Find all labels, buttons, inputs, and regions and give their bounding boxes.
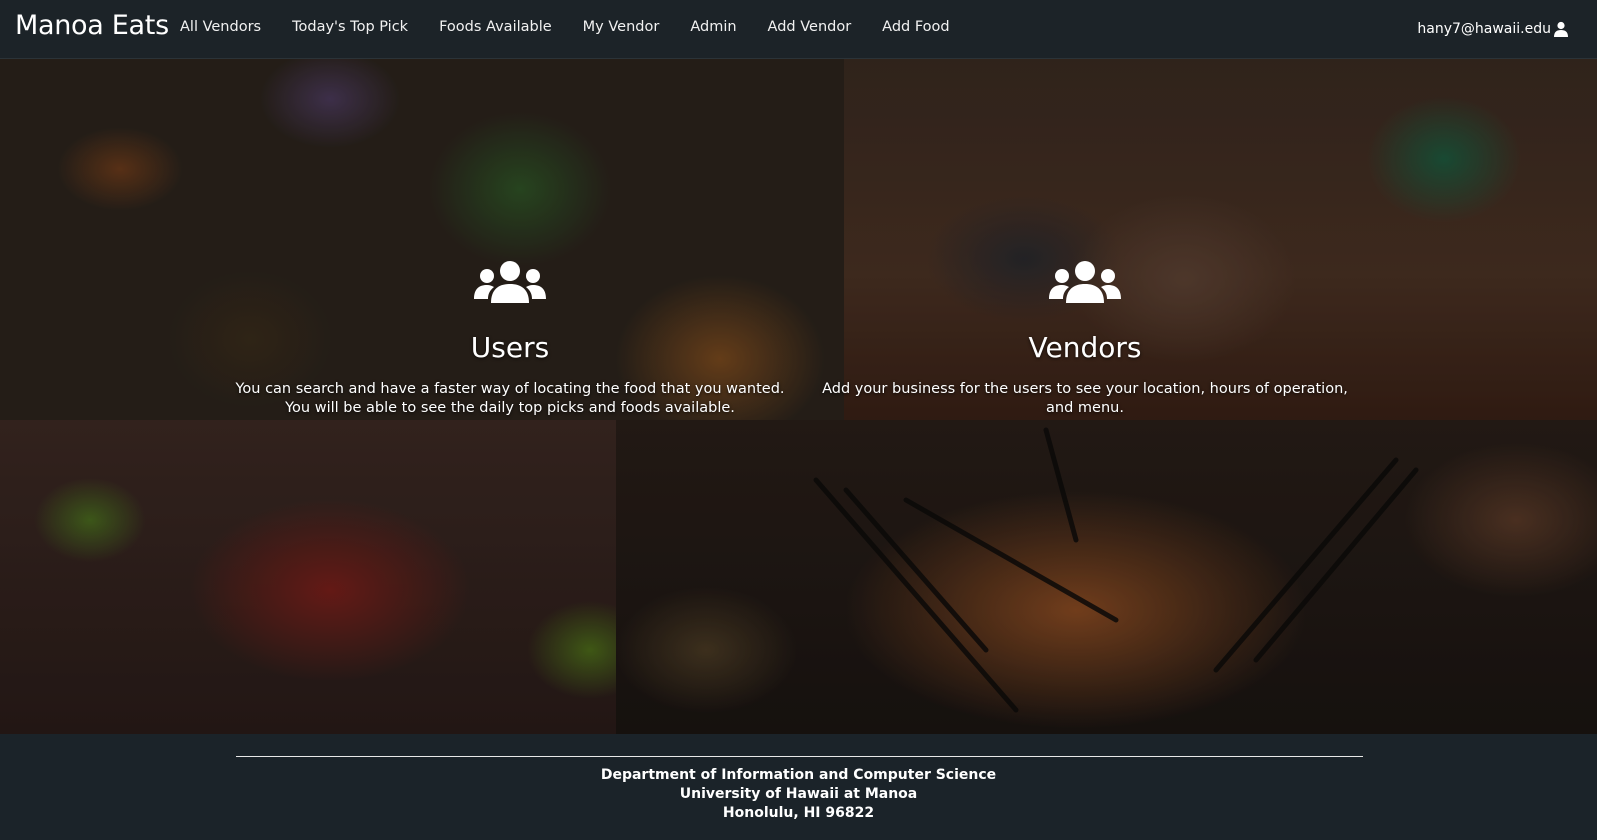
nav-link-add-vendor[interactable]: Add Vendor [768,19,852,35]
footer-university: University of Hawaii at Manoa [679,786,918,802]
nav-link-todays-top-pick[interactable]: Today's Top Pick [292,19,408,35]
users-icon [1049,261,1121,303]
nav-link-foods-available[interactable]: Foods Available [439,19,552,35]
users-feature: Users You can search and have a faster w… [230,259,790,418]
users-description: You can search and have a faster way of … [235,381,785,416]
footer-address: Department of Information and Computer S… [0,766,1597,823]
nav-links: All Vendors Today's Top Pick Foods Avail… [180,19,981,35]
nav-link-admin[interactable]: Admin [690,19,736,35]
footer-city: Honolulu, HI 96822 [722,805,875,821]
nav-link-add-food[interactable]: Add Food [882,19,949,35]
vendors-feature: Vendors Add your business for the users … [820,259,1350,418]
vendors-title: Vendors [1028,331,1142,364]
nav-link-my-vendor[interactable]: My Vendor [583,19,660,35]
user-icon [1554,21,1568,37]
user-email[interactable]: hany7@hawaii.edu [1417,21,1551,37]
brand-link[interactable]: Manoa Eats [15,10,169,41]
hero-section: Users You can search and have a faster w… [0,59,1597,734]
footer: Department of Information and Computer S… [0,734,1597,840]
users-title: Users [470,331,550,364]
footer-department: Department of Information and Computer S… [600,767,997,783]
navbar: Manoa Eats All Vendors Today's Top Pick … [0,0,1597,59]
users-icon [474,261,546,303]
user-dropdown[interactable]: hany7@hawaii.edu [1417,21,1569,37]
nav-link-all-vendors[interactable]: All Vendors [180,19,261,35]
vendors-description: Add your business for the users to see y… [822,381,1348,416]
footer-divider [236,756,1363,757]
